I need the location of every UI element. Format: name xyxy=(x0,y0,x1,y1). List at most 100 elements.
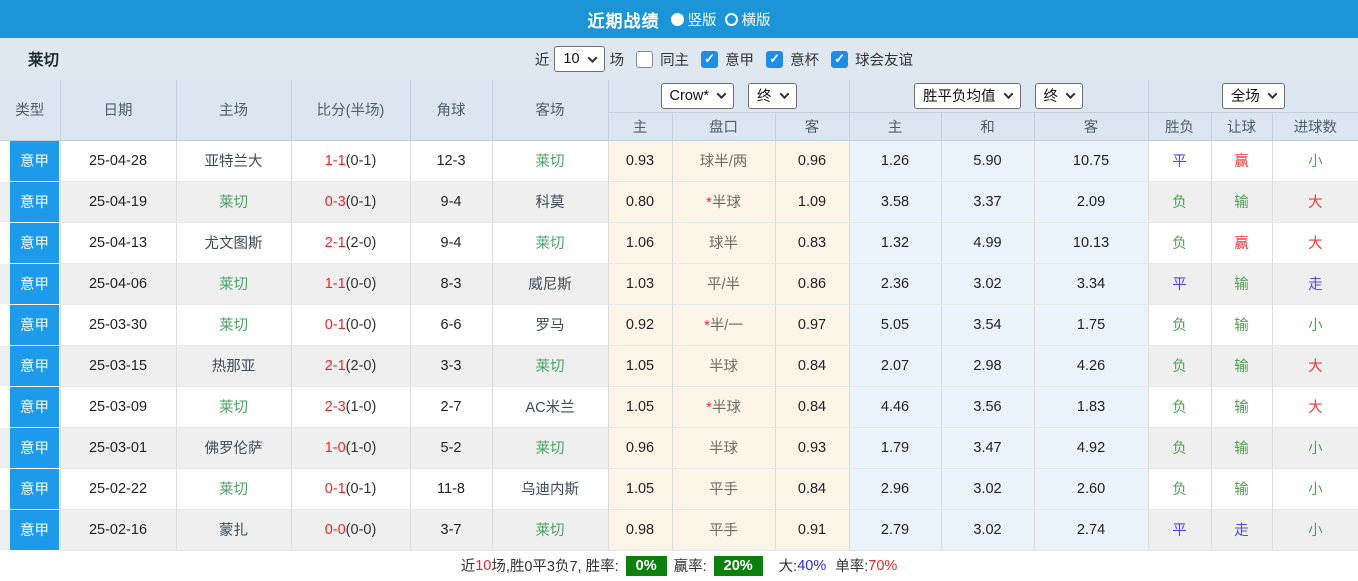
cell-odds-away: 0.84 xyxy=(775,468,850,510)
cell-handicap: *半/一 xyxy=(672,304,776,346)
checkbox-serie-a-label[interactable]: 意甲 xyxy=(725,49,754,70)
cell-date: 25-04-19 xyxy=(60,181,177,223)
cell-away-team: 莱切 xyxy=(492,509,609,551)
league-badge: 意甲 xyxy=(10,304,59,345)
league-badge: 意甲 xyxy=(10,181,59,222)
odds-company-select[interactable]: Crow* xyxy=(660,82,734,109)
sub-header-odds-home: 主 xyxy=(608,112,673,141)
checkbox-club-friendly[interactable]: ✓ xyxy=(831,50,849,68)
col-header-score: 比分(半场) xyxy=(291,80,411,141)
table-row: 意甲 25-02-16 蒙扎 0-0(0-0) 3-7 莱切 0.98 平手 0… xyxy=(0,509,1358,551)
cell-corners: 9-4 xyxy=(410,181,493,223)
cell-handicap: 平/半 xyxy=(672,263,776,305)
summary-bar: 近 10 场,胜0平3负7, 胜率: 0% 赢率: 20% 大: 40% 单率: 70% xyxy=(0,551,1358,581)
cell-handicap-result: 走 xyxy=(1211,509,1273,551)
cell-handicap-result: 输 xyxy=(1211,263,1273,305)
league-badge: 意甲 xyxy=(10,468,59,509)
cell-avg-draw: 2.98 xyxy=(941,345,1035,387)
league-badge: 意甲 xyxy=(10,222,59,263)
table-row: 意甲 25-03-30 莱切 0-1(0-0) 6-6 罗马 0.92 *半/一… xyxy=(0,304,1358,346)
col-header-home: 主场 xyxy=(176,80,292,141)
sub-header-avg-away: 客 xyxy=(1034,112,1149,141)
radio-landscape-label[interactable]: 横版 xyxy=(742,9,771,30)
avg-group-header: 胜平负均值 终 xyxy=(849,80,1149,113)
team-name: 莱切 xyxy=(28,52,60,69)
cell-avg-home: 2.79 xyxy=(849,509,942,551)
cell-avg-away: 3.34 xyxy=(1034,263,1149,305)
cell-score: 2-1(2-0) xyxy=(291,222,411,264)
cell-handicap-result: 输 xyxy=(1211,345,1273,387)
cell-score: 1-0(1-0) xyxy=(291,427,411,469)
league-badge: 意甲 xyxy=(10,427,59,468)
sub-header-goals: 进球数 xyxy=(1272,112,1358,141)
table-row: 意甲 25-03-01 佛罗伦萨 1-0(1-0) 5-2 莱切 0.96 半球… xyxy=(0,427,1358,469)
avg-type-select[interactable]: 胜平负均值 xyxy=(914,82,1021,109)
cell-avg-home: 2.36 xyxy=(849,263,942,305)
cell-score: 0-0(0-0) xyxy=(291,509,411,551)
cell-odds-home: 1.05 xyxy=(608,386,673,428)
checkbox-club-friendly-label[interactable]: 球会友谊 xyxy=(855,49,913,70)
match-count-select[interactable]: 10 xyxy=(554,46,605,72)
cell-goals-result: 小 xyxy=(1272,304,1358,346)
cell-home-team: 佛罗伦萨 xyxy=(176,427,292,469)
cell-handicap-result: 输 xyxy=(1211,386,1273,428)
avg-period-select[interactable]: 终 xyxy=(1034,82,1084,109)
table-row: 意甲 25-03-09 莱切 2-3(1-0) 2-7 AC米兰 1.05 *半… xyxy=(0,386,1358,428)
cell-corners: 6-6 xyxy=(410,304,493,346)
cell-league: 意甲 xyxy=(0,181,61,223)
cell-avg-away: 1.83 xyxy=(1034,386,1149,428)
win-pct-badge: 20% xyxy=(713,555,763,576)
cell-score: 2-1(2-0) xyxy=(291,345,411,387)
games-label: 场 xyxy=(609,52,625,69)
league-badge: 意甲 xyxy=(10,509,59,550)
cell-league: 意甲 xyxy=(0,345,61,387)
cell-goals-result: 大 xyxy=(1272,222,1358,264)
cell-avg-home: 2.96 xyxy=(849,468,942,510)
cell-avg-draw: 3.37 xyxy=(941,181,1035,223)
cell-handicap: 半球 xyxy=(672,427,776,469)
cell-date: 25-02-16 xyxy=(60,509,177,551)
scope-select[interactable]: 全场 xyxy=(1221,82,1285,109)
checkbox-serie-a[interactable]: ✓ xyxy=(701,50,719,68)
cell-league: 意甲 xyxy=(0,386,61,428)
cell-avg-draw: 4.99 xyxy=(941,222,1035,264)
cell-avg-away: 2.74 xyxy=(1034,509,1149,551)
cell-corners: 12-3 xyxy=(410,140,493,182)
cell-avg-away: 10.13 xyxy=(1034,222,1149,264)
radio-portrait-label[interactable]: 竖版 xyxy=(688,9,717,30)
summary-prefix: 近 xyxy=(460,559,476,575)
cell-corners: 8-3 xyxy=(410,263,493,305)
cell-odds-home: 0.92 xyxy=(608,304,673,346)
cell-odds-away: 0.84 xyxy=(775,386,850,428)
cell-avg-draw: 3.56 xyxy=(941,386,1035,428)
cell-odds-away: 0.84 xyxy=(775,345,850,387)
cell-outcome: 负 xyxy=(1148,304,1212,346)
checkbox-italy-cup[interactable]: ✓ xyxy=(766,50,784,68)
odds-period-select[interactable]: 终 xyxy=(748,82,797,109)
cell-goals-result: 小 xyxy=(1272,427,1358,469)
checkbox-same-home-label[interactable]: 同主 xyxy=(660,49,689,70)
checkbox-same-home[interactable] xyxy=(636,50,654,68)
cell-handicap: *半球 xyxy=(672,386,776,428)
summary-record: 场,胜0平3负7, 胜率: xyxy=(491,559,619,575)
cell-odds-home: 1.05 xyxy=(608,468,673,510)
chevron-down-icon xyxy=(1003,89,1013,100)
cell-handicap: *半球 xyxy=(672,181,776,223)
radio-portrait-selected[interactable] xyxy=(670,12,684,26)
cell-corners: 11-8 xyxy=(410,468,493,510)
sub-header-avg-home: 主 xyxy=(849,112,942,141)
col-header-away: 客场 xyxy=(492,80,609,141)
radio-landscape[interactable] xyxy=(724,12,738,26)
cell-league: 意甲 xyxy=(0,222,61,264)
chevron-down-icon xyxy=(587,52,598,63)
chevron-down-icon xyxy=(1065,89,1076,100)
cell-date: 25-03-01 xyxy=(60,427,177,469)
checkbox-italy-cup-label[interactable]: 意杯 xyxy=(790,49,819,70)
cell-avg-home: 3.58 xyxy=(849,181,942,223)
sub-header-handicap-result: 让球 xyxy=(1211,112,1273,141)
cell-outcome: 平 xyxy=(1148,509,1212,551)
results-table: 类型 日期 主场 比分(半场) 角球 客场 Crow* 终 胜平负均值 终 全场 xyxy=(0,80,1358,551)
cell-league: 意甲 xyxy=(0,304,61,346)
cell-avg-away: 2.09 xyxy=(1034,181,1149,223)
cell-handicap: 球半 xyxy=(672,222,776,264)
